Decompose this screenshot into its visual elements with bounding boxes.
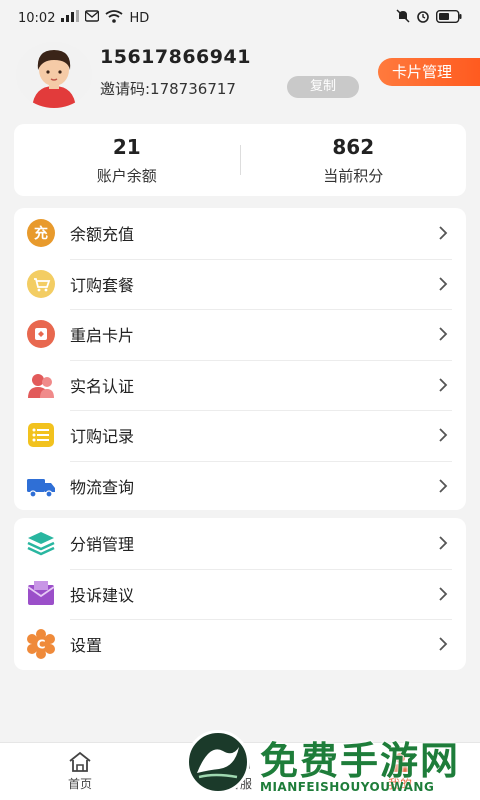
list-icon [26, 420, 56, 450]
menu-label-feedback: 投诉建议 [70, 585, 135, 605]
alarm-icon [416, 9, 430, 27]
menu-label-recharge: 余额充值 [70, 225, 135, 245]
menu-item-order-records[interactable]: 订购记录 [14, 410, 466, 461]
watermark: 免费手游网 MIANFEISHOUYOUWANG [182, 726, 480, 800]
menu-item-real-name[interactable]: 实名认证 [14, 359, 466, 411]
menu-label-settings: 设置 [70, 636, 103, 656]
network-label: HD [129, 10, 150, 26]
svg-text:C: C [37, 638, 46, 652]
mail-icon [26, 579, 56, 609]
chevron-right-icon [439, 327, 448, 341]
chevron-right-icon [439, 226, 448, 240]
battery-icon [435, 9, 462, 27]
chevron-right-icon [439, 428, 448, 442]
chevron-right-icon [439, 587, 448, 601]
menu-item-feedback[interactable]: 投诉建议 [14, 568, 466, 620]
points-stat[interactable]: 862 当前积分 [241, 135, 467, 186]
menu-label-logistics: 物流查询 [70, 477, 135, 497]
user-phone: 15617866941 [100, 46, 251, 68]
settings-icon: C [26, 629, 56, 660]
chevron-right-icon [439, 479, 448, 493]
primary-menu: 充 余额充值 订购套餐 重启卡片 实名认证 订购记录 物流查询 [14, 208, 466, 510]
menu-label-order-records: 订购记录 [70, 427, 135, 447]
layers-icon [26, 528, 56, 558]
status-time: 10:02 [18, 10, 56, 26]
card-manage-button[interactable]: 卡片管理 [378, 58, 480, 86]
watermark-subtitle: MIANFEISHOUYOUWANG [260, 780, 435, 794]
menu-item-restart-card[interactable]: 重启卡片 [14, 309, 466, 360]
menu-label-order-package: 订购套餐 [70, 275, 135, 295]
profile-header: 15617866941 邀请码:178736717 复制 卡片管理 [0, 36, 480, 120]
stats-card: 21 账户余额 862 当前积分 [14, 124, 466, 196]
menu-item-order-package[interactable]: 订购套餐 [14, 258, 466, 310]
points-label: 当前积分 [323, 166, 384, 185]
chevron-right-icon [439, 378, 448, 392]
wifi-icon [105, 9, 124, 27]
cart-icon [26, 269, 56, 299]
chevron-right-icon [439, 536, 448, 550]
home-icon [69, 751, 91, 772]
recharge-icon: 充 [26, 218, 56, 248]
menu-label-restart-card: 重启卡片 [70, 326, 135, 346]
message-icon [85, 10, 100, 26]
truck-icon [26, 471, 56, 501]
restart-card-icon [26, 319, 56, 349]
menu-label-real-name: 实名认证 [70, 376, 135, 396]
menu-label-distribution: 分销管理 [70, 535, 135, 555]
menu-item-logistics[interactable]: 物流查询 [14, 460, 466, 512]
watermark-logo [186, 730, 250, 794]
mute-icon [396, 9, 410, 27]
menu-item-distribution[interactable]: 分销管理 [14, 518, 466, 569]
secondary-menu: 分销管理 投诉建议 C 设置 [14, 518, 466, 670]
avatar[interactable] [16, 42, 92, 108]
balance-value: 21 [112, 134, 141, 159]
user-verify-icon [26, 370, 56, 400]
chevron-right-icon [439, 277, 448, 291]
copy-button[interactable]: 复制 [287, 76, 359, 98]
tab-home[interactable]: 首页 [0, 743, 160, 800]
balance-label: 账户余额 [96, 166, 157, 185]
chevron-right-icon [439, 637, 448, 651]
invite-code: 邀请码:178736717 [100, 80, 236, 98]
menu-item-recharge[interactable]: 充 余额充值 [14, 208, 466, 259]
balance-stat[interactable]: 21 账户余额 [14, 135, 240, 186]
tab-home-label: 首页 [67, 777, 92, 791]
status-bar: 10:02 HD [0, 0, 480, 36]
menu-item-settings[interactable]: C 设置 [14, 619, 466, 670]
points-value: 862 [332, 134, 375, 159]
recharge-icon-text: 充 [34, 225, 48, 242]
watermark-title: 免费手游网 [260, 739, 461, 783]
signal-icon [61, 10, 80, 26]
